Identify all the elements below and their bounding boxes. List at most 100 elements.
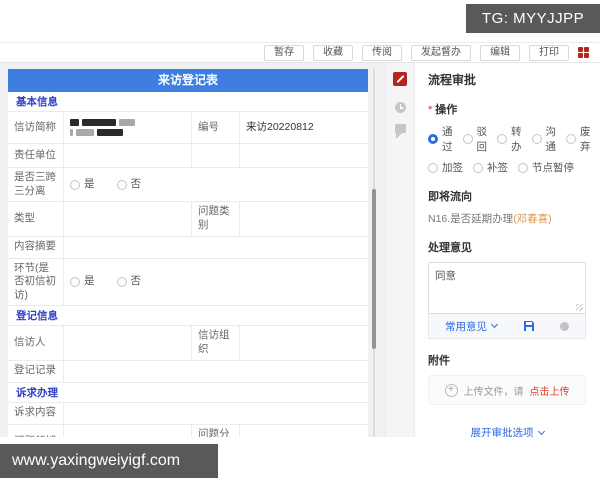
field-label: 诉求内容 [8, 402, 64, 424]
temp-save-button[interactable]: 暂存 [264, 44, 304, 61]
operation-options-row: 加签 补签 节点暂停 [428, 160, 586, 175]
field-value [64, 144, 192, 167]
form-section-header: 登记信息 [8, 306, 368, 327]
approval-panel: 流程审批 * 操作 通过 驳回 转办 沟通 废弃 加签 补签 节点暂停 即将流向 N16.是否延… [385, 63, 600, 437]
approval-seal-icon[interactable] [393, 72, 407, 86]
upload-hint: 上传文件，请 [463, 386, 524, 398]
visitor-form: 来访登记表 基本信息 信访简称 编号 来访20220812 责任单位 是否三跨三分离是否类… [8, 69, 368, 437]
scrollbar-thumb[interactable] [372, 189, 376, 349]
field-value: 是否 [64, 168, 368, 201]
circulate-button[interactable]: 传阅 [362, 44, 402, 61]
comment-flag-icon[interactable] [394, 124, 406, 139]
radio-label: 否 [130, 275, 142, 288]
radio-label: 通过 [442, 126, 453, 153]
field-value [64, 326, 192, 360]
field-value [240, 144, 368, 167]
approval-title: 流程审批 [428, 73, 477, 87]
radio-option[interactable]: 否 [116, 275, 142, 289]
approval-icon-rail [386, 63, 415, 437]
field-label: 问题分类 [192, 424, 240, 437]
expand-options-link[interactable]: 展开审批选项 [428, 425, 586, 437]
radio-label: 补签 [487, 162, 508, 174]
radio-option[interactable]: 通过 [428, 124, 453, 154]
radio-option[interactable]: 驳回 [462, 124, 488, 154]
chevron-down-icon [490, 320, 499, 329]
operation-radio-group: 通过 驳回 转办 沟通 废弃加签 补签 节点暂停 [428, 124, 591, 175]
help-icon[interactable] [560, 321, 569, 331]
radio-option[interactable]: 补签 [473, 160, 508, 175]
field-value [240, 326, 368, 359]
save-opinion-icon[interactable] [523, 320, 535, 332]
attachment-heading: 附件 [428, 355, 450, 367]
radio-dot [428, 134, 438, 144]
radio-dot [116, 179, 127, 190]
radio-option[interactable]: 沟通 [531, 124, 556, 154]
radio-label: 加签 [442, 162, 463, 174]
upload-area[interactable]: + 上传文件，请 点击上传 [428, 375, 586, 405]
field-value [64, 424, 192, 437]
field-label: 是否三跨三分离 [8, 168, 64, 202]
print-button[interactable]: 打印 [529, 44, 569, 61]
upload-link[interactable]: 点击上传 [530, 383, 570, 398]
field-label: 登记记录 [8, 360, 64, 382]
field-value [64, 403, 368, 424]
radio-option[interactable]: 节点暂停 [518, 160, 574, 175]
radio-label: 否 [130, 177, 142, 190]
field-label: 编号 [192, 112, 240, 143]
radio-dot [116, 277, 127, 288]
opinion-textarea[interactable]: 同意 [428, 262, 586, 314]
common-opinions-link[interactable]: 常用意见 [445, 319, 499, 334]
field-value [64, 202, 192, 236]
toolbar: 暂存 收藏 传阅 发起督办 编辑 打印 [0, 42, 600, 63]
radio-label: 转办 [511, 126, 522, 153]
edit-button[interactable]: 编辑 [480, 44, 520, 61]
favorite-button[interactable]: 收藏 [313, 44, 353, 61]
radio-option[interactable]: 转办 [497, 124, 522, 154]
radio-option[interactable]: 加签 [428, 160, 463, 175]
radio-label: 废弃 [580, 126, 591, 153]
field-label: 环节(是否初信初访) [8, 258, 64, 306]
field-value [240, 425, 368, 437]
field-value [64, 361, 368, 382]
opinion-toolbar: 常用意见 [428, 314, 586, 339]
radio-dot [462, 134, 473, 144]
radio-option[interactable]: 是 [70, 275, 95, 289]
radio-dot [70, 277, 80, 288]
watermark-bottom: www.yaxingweiyigf.com [0, 444, 218, 478]
operation-options-row: 通过 驳回 转办 沟通 废弃 [428, 124, 591, 154]
flow-assignee: (邓春喜) [513, 213, 552, 225]
radio-dot [428, 162, 438, 173]
operation-label: * 操作 [428, 104, 458, 116]
opinion-value: 同意 [435, 270, 456, 282]
chevron-down-icon [537, 427, 545, 435]
field-label: 内容摘要 [8, 236, 64, 258]
field-label: 信访人 [8, 326, 64, 360]
field-value [240, 202, 368, 235]
field-label: 问题领域 [8, 424, 64, 437]
form-rows: 基本信息 信访简称 编号 来访20220812 责任单位 是否三跨三分离是否类型 问题类别内… [8, 92, 368, 437]
field-label: 责任单位 [8, 144, 64, 167]
apps-grid-icon[interactable] [578, 46, 590, 59]
field-label: 信访组织 [192, 326, 240, 360]
radio-option[interactable]: 废弃 [566, 124, 591, 154]
form-row: 诉求内容 [8, 402, 368, 425]
form-row: 信访人 信访组织 [8, 326, 368, 361]
history-clock-icon[interactable] [394, 102, 406, 113]
radio-dot [473, 162, 483, 173]
form-row: 登记记录 [8, 360, 368, 383]
watermark-top: TG: MYYJJPP [466, 4, 600, 33]
form-scrollbar[interactable] [371, 69, 377, 437]
supervise-button[interactable]: 发起督办 [411, 44, 471, 61]
form-section-header: 诉求办理 [8, 382, 368, 403]
radio-option[interactable]: 是 [70, 178, 95, 192]
form-section-header: 基本信息 [8, 92, 368, 112]
form-row: 环节(是否初信初访) 是 否 [8, 258, 368, 307]
form-row: 是否三跨三分离是否 [8, 168, 368, 203]
field-value [64, 112, 192, 143]
form-row: 类型 问题类别 [8, 202, 368, 237]
radio-option[interactable]: 否 [116, 177, 142, 192]
form-title: 来访登记表 [8, 69, 368, 92]
resize-handle-icon[interactable] [576, 304, 583, 311]
radio-label: 驳回 [476, 126, 488, 153]
field-label: 信访简称 [8, 112, 64, 143]
